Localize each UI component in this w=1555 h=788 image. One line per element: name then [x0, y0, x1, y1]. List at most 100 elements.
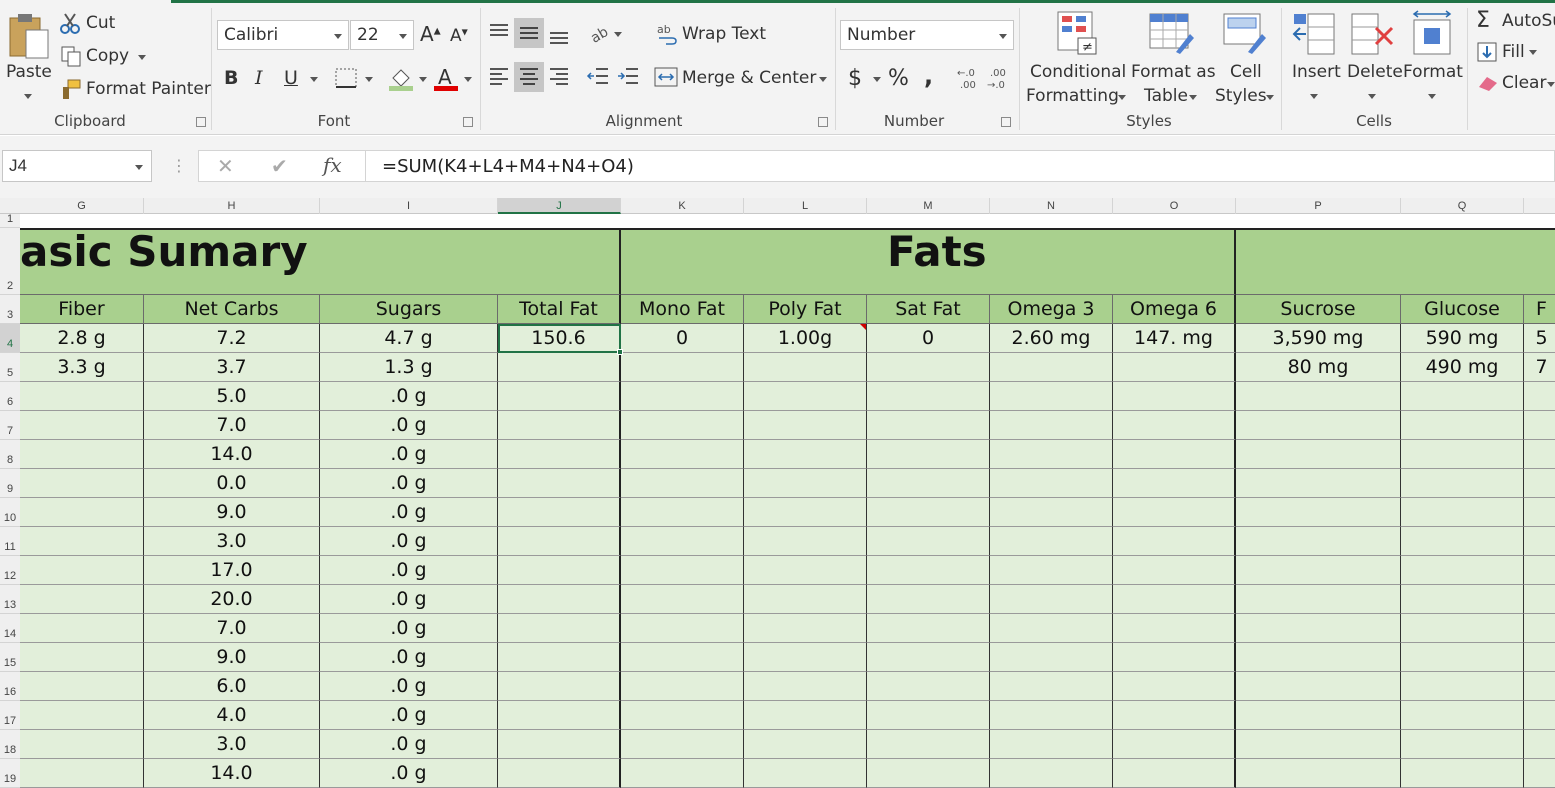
cell-h12[interactable]: 17.0	[144, 556, 320, 585]
cell-h7[interactable]: 7.0	[144, 411, 320, 440]
insert-button[interactable]: Insert	[1292, 62, 1341, 82]
cell-m4[interactable]: 0	[867, 324, 990, 353]
cell-m10[interactable]	[867, 498, 990, 527]
cell-n7[interactable]	[990, 411, 1113, 440]
cell-q5[interactable]: 490 mg	[1401, 353, 1524, 382]
cell-h19[interactable]: 14.0	[144, 759, 320, 788]
cell-h8[interactable]: 14.0	[144, 440, 320, 469]
cell-q17[interactable]	[1401, 701, 1524, 730]
cell-l19[interactable]	[744, 759, 867, 788]
merge-dropdown-icon[interactable]	[819, 77, 827, 82]
cell-o16[interactable]	[1113, 672, 1236, 701]
cell-g7[interactable]	[20, 411, 144, 440]
column-label-6[interactable]: Sat Fat	[867, 295, 990, 324]
cell-p6[interactable]	[1236, 382, 1401, 411]
cell-i10[interactable]: .0 g	[320, 498, 498, 527]
clipboard-launcher-icon[interactable]	[196, 117, 206, 127]
cell-q14[interactable]	[1524, 614, 1555, 643]
cell-q15[interactable]	[1524, 643, 1555, 672]
cell-q6[interactable]	[1401, 382, 1524, 411]
cell-q11[interactable]	[1401, 527, 1524, 556]
cell-m14[interactable]	[867, 614, 990, 643]
font-color-dropdown-icon[interactable]	[464, 77, 472, 82]
cell-n19[interactable]	[990, 759, 1113, 788]
selected-cell-j4[interactable]: 150.6	[498, 324, 621, 353]
cell-g18[interactable]	[20, 730, 144, 759]
column-header-p[interactable]: P	[1236, 198, 1401, 214]
cell-m11[interactable]	[867, 527, 990, 556]
cell-i7[interactable]: .0 g	[320, 411, 498, 440]
copy-button[interactable]: Copy	[86, 46, 129, 66]
cell-n12[interactable]	[990, 556, 1113, 585]
cell-p4[interactable]: 3,590 mg	[1236, 324, 1401, 353]
format-as-table-icon[interactable]	[1148, 12, 1196, 56]
clear-dropdown-icon[interactable]	[1547, 82, 1555, 87]
bottom-align-icon[interactable]	[548, 26, 570, 46]
cell-n11[interactable]	[990, 527, 1113, 556]
column-label-7[interactable]: Omega 3	[990, 295, 1113, 324]
cell-j5[interactable]	[498, 353, 621, 382]
cell-g5[interactable]: 3.3 g	[20, 353, 144, 382]
cell-n17[interactable]	[990, 701, 1113, 730]
align-center-icon[interactable]	[518, 66, 540, 86]
cell-n14[interactable]	[990, 614, 1113, 643]
cell-k15[interactable]	[621, 643, 744, 672]
cell-k18[interactable]	[621, 730, 744, 759]
cell-k14[interactable]	[621, 614, 744, 643]
column-label-11[interactable]: F	[1524, 295, 1555, 324]
cell-i12[interactable]: .0 g	[320, 556, 498, 585]
row-header-16[interactable]: 16	[0, 672, 20, 701]
number-launcher-icon[interactable]	[1001, 117, 1011, 127]
cell-q16[interactable]	[1524, 672, 1555, 701]
cell-m12[interactable]	[867, 556, 990, 585]
cell-m9[interactable]	[867, 469, 990, 498]
cell-q18[interactable]	[1524, 730, 1555, 759]
autosum-button[interactable]: AutoSu	[1502, 11, 1555, 31]
cell-l12[interactable]	[744, 556, 867, 585]
increase-decimal-icon[interactable]: ←.0 .00	[956, 66, 982, 90]
cell-k6[interactable]	[621, 382, 744, 411]
row-header-6[interactable]: 6	[0, 382, 20, 411]
paste-button[interactable]: Paste	[6, 62, 52, 82]
row-header-9[interactable]: 9	[0, 469, 20, 498]
currency-button[interactable]: $	[848, 66, 862, 91]
cell-g9[interactable]	[20, 469, 144, 498]
cell-q12[interactable]	[1524, 556, 1555, 585]
orientation-dropdown-icon[interactable]	[614, 32, 622, 37]
alignment-launcher-icon[interactable]	[818, 117, 828, 127]
column-header-g[interactable]: G	[20, 198, 144, 214]
insert-function-icon[interactable]: fx	[323, 153, 342, 177]
cell-j13[interactable]	[498, 585, 621, 614]
format-as-table-button[interactable]: Format as	[1131, 62, 1216, 82]
format-cells-icon[interactable]	[1410, 10, 1454, 56]
row-header-18[interactable]: 18	[0, 730, 20, 759]
row-header-13[interactable]: 13	[0, 585, 20, 614]
cell-n10[interactable]	[990, 498, 1113, 527]
cell-q9[interactable]	[1401, 469, 1524, 498]
cell-m17[interactable]	[867, 701, 990, 730]
cell-k8[interactable]	[621, 440, 744, 469]
increase-font-size-button[interactable]: A▲	[420, 22, 441, 46]
cell-k13[interactable]	[621, 585, 744, 614]
cell-n13[interactable]	[990, 585, 1113, 614]
cell-h10[interactable]: 9.0	[144, 498, 320, 527]
cell-i4[interactable]: 4.7 g	[320, 324, 498, 353]
cell-i15[interactable]: .0 g	[320, 643, 498, 672]
cell-h4[interactable]: 7.2	[144, 324, 320, 353]
cell-p13[interactable]	[1236, 585, 1401, 614]
styles-dropdown-icon[interactable]	[1266, 95, 1274, 100]
cell-n15[interactable]	[990, 643, 1113, 672]
insert-cells-icon[interactable]	[1292, 12, 1338, 56]
cell-p7[interactable]	[1236, 411, 1401, 440]
paste-dropdown-icon[interactable]	[24, 94, 32, 99]
row-header-12[interactable]: 12	[0, 556, 20, 585]
row-header-15[interactable]: 15	[0, 643, 20, 672]
cell-l17[interactable]	[744, 701, 867, 730]
cell-q19[interactable]	[1524, 759, 1555, 788]
cell-j16[interactable]	[498, 672, 621, 701]
column-header-l[interactable]: L	[744, 198, 867, 214]
cell-m6[interactable]	[867, 382, 990, 411]
font-launcher-icon[interactable]	[463, 117, 473, 127]
column-label-9[interactable]: Sucrose	[1236, 295, 1401, 324]
decrease-indent-icon[interactable]	[586, 66, 610, 86]
